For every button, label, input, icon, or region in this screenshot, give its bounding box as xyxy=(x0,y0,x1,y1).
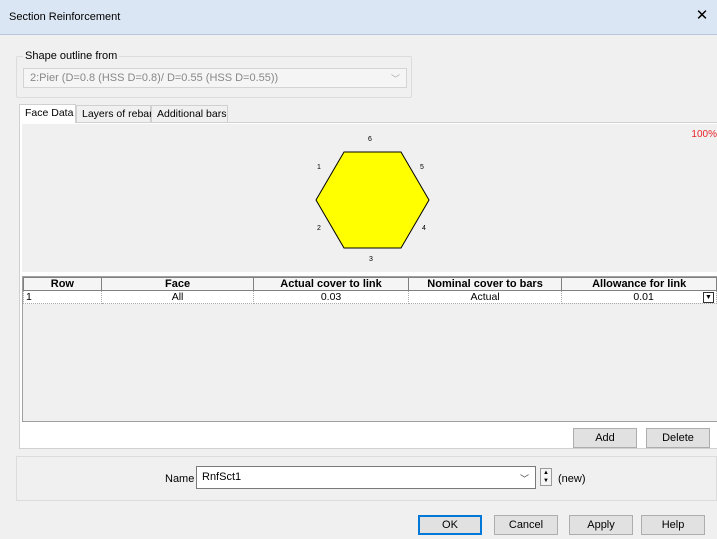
face-label-2: 2 xyxy=(317,225,321,232)
section-preview: 6 1 5 2 4 3 xyxy=(22,124,717,272)
delete-button[interactable]: Delete xyxy=(646,428,710,448)
name-status: (new) xyxy=(558,473,586,485)
face-label-1: 1 xyxy=(317,164,321,171)
col-nominal-cover-header: Nominal cover to bars xyxy=(407,277,563,291)
dropdown-arrow-icon[interactable]: ▼ xyxy=(703,292,714,303)
col-actual-cover-header: Actual cover to link xyxy=(253,277,409,291)
spinner-up-icon[interactable]: ▲ xyxy=(541,469,551,477)
cell-face[interactable]: All xyxy=(100,290,255,304)
face-label-3: 3 xyxy=(369,256,373,263)
title-bar: Section Reinforcement ✕ xyxy=(0,0,717,35)
hexagon-diagram: 6 1 5 2 4 3 xyxy=(315,136,430,263)
grid-table: Row Face Actual cover to link Nominal co… xyxy=(23,277,717,304)
shape-outline-select: 2:Pier (D=0.8 (HSS D=0.8)/ D=0.55 (HSS D… xyxy=(23,68,407,88)
add-button[interactable]: Add xyxy=(573,428,637,448)
spinner-down-icon[interactable]: ▼ xyxy=(541,477,551,485)
tab-layers-of-rebar[interactable]: Layers of rebar xyxy=(76,105,153,122)
cell-row[interactable]: 1 xyxy=(23,290,102,304)
face-data-grid: Row Face Actual cover to link Nominal co… xyxy=(22,276,717,422)
face-label-6: 6 xyxy=(368,136,372,143)
table-row[interactable]: 1 All 0.03 Actual 0.01 ▼ xyxy=(23,290,717,304)
tab-additional-bars[interactable]: Additional bars xyxy=(151,105,228,122)
window-title: Section Reinforcement xyxy=(9,11,121,23)
apply-button[interactable]: Apply xyxy=(569,515,633,535)
cell-allowance-value[interactable]: 0.01 xyxy=(633,291,653,303)
chevron-down-icon[interactable]: ﹀ xyxy=(520,472,529,485)
name-combobox[interactable]: RnfSct1 ﹀ xyxy=(196,466,536,489)
cell-actual-cover[interactable]: 0.03 xyxy=(253,290,409,304)
cell-allowance[interactable]: 0.01 ▼ xyxy=(561,290,717,304)
col-face-header: Face xyxy=(100,277,255,291)
name-value[interactable]: RnfSct1 xyxy=(202,471,241,483)
shape-outline-value: 2:Pier (D=0.8 (HSS D=0.8)/ D=0.55 (HSS D… xyxy=(30,72,279,84)
help-button[interactable]: Help xyxy=(641,515,705,535)
col-row-header: Row xyxy=(23,277,102,291)
name-spinner[interactable]: ▲ ▼ xyxy=(540,468,552,486)
name-label: Name xyxy=(165,473,195,485)
zoom-level: 100% xyxy=(691,129,717,140)
face-label-4: 4 xyxy=(422,225,426,232)
grid-header-row: Row Face Actual cover to link Nominal co… xyxy=(23,277,717,291)
chevron-down-icon: ﹀ xyxy=(390,74,400,84)
tab-face-data[interactable]: Face Data xyxy=(19,104,76,123)
col-allowance-header: Allowance for link xyxy=(561,277,717,291)
ok-button[interactable]: OK xyxy=(418,515,482,535)
face-label-5: 5 xyxy=(420,164,424,171)
cell-nominal-cover[interactable]: Actual xyxy=(407,290,563,304)
cancel-button[interactable]: Cancel xyxy=(494,515,558,535)
close-icon[interactable]: ✕ xyxy=(693,7,711,25)
hexagon-shape xyxy=(315,151,430,249)
shape-outline-legend: Shape outline from xyxy=(23,50,120,62)
